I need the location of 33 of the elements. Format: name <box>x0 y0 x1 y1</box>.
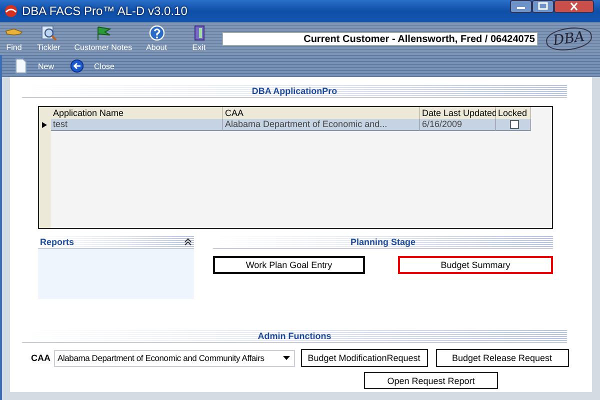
request-button[interactable]: Budget ModificationRequest <box>300 349 428 367</box>
customer-field: Current Customer - Allensworth, Fred / 06424075 <box>222 32 538 46</box>
table-cell: Alabama Department of Economic and... <box>223 119 420 131</box>
help-icon <box>146 25 167 41</box>
row-pointer-icon <box>42 122 47 128</box>
table-cell: 6/16/2009 <box>420 119 496 131</box>
column-header[interactable]: Locked <box>496 107 531 119</box>
section-title: DBA ApplicationPro <box>252 86 338 96</box>
table-cell: test <box>51 119 223 131</box>
app-icon <box>4 4 18 18</box>
toolbar-button[interactable]: Customer Notes <box>74 25 132 52</box>
toolbar-button[interactable]: About <box>146 25 167 52</box>
close-icon[interactable] <box>554 0 594 13</box>
section-title: Admin Functions <box>258 330 332 340</box>
dropdown-caret-icon <box>282 356 290 360</box>
window-title: DBA FACS Pro™ AL-D v3.0.10 <box>22 4 188 18</box>
column-header[interactable]: Application Name <box>51 107 223 119</box>
stage-button[interactable]: Work Plan Goal Entry <box>213 256 365 274</box>
checkbox[interactable] <box>510 120 518 129</box>
maximize-icon[interactable] <box>532 0 554 13</box>
column-header[interactable]: Date Last Updated <box>420 107 496 119</box>
column-header[interactable]: CAA <box>223 107 420 119</box>
collapse-icon[interactable] <box>184 238 192 246</box>
document-icon <box>14 58 28 74</box>
minimize-icon[interactable] <box>510 0 532 13</box>
stage-button[interactable]: Budget Summary <box>398 256 553 274</box>
field-label: CAA <box>31 353 50 363</box>
report-button[interactable]: Open Request Report <box>364 372 498 389</box>
section-title: Planning Stage <box>350 236 416 246</box>
magnifier-icon <box>38 25 59 41</box>
panel-title: Reports <box>40 236 74 246</box>
caa-dropdown[interactable]: Alabama Department of Economic and Community Affairs <box>54 350 294 366</box>
request-button[interactable]: Budget Release Request <box>436 349 568 367</box>
